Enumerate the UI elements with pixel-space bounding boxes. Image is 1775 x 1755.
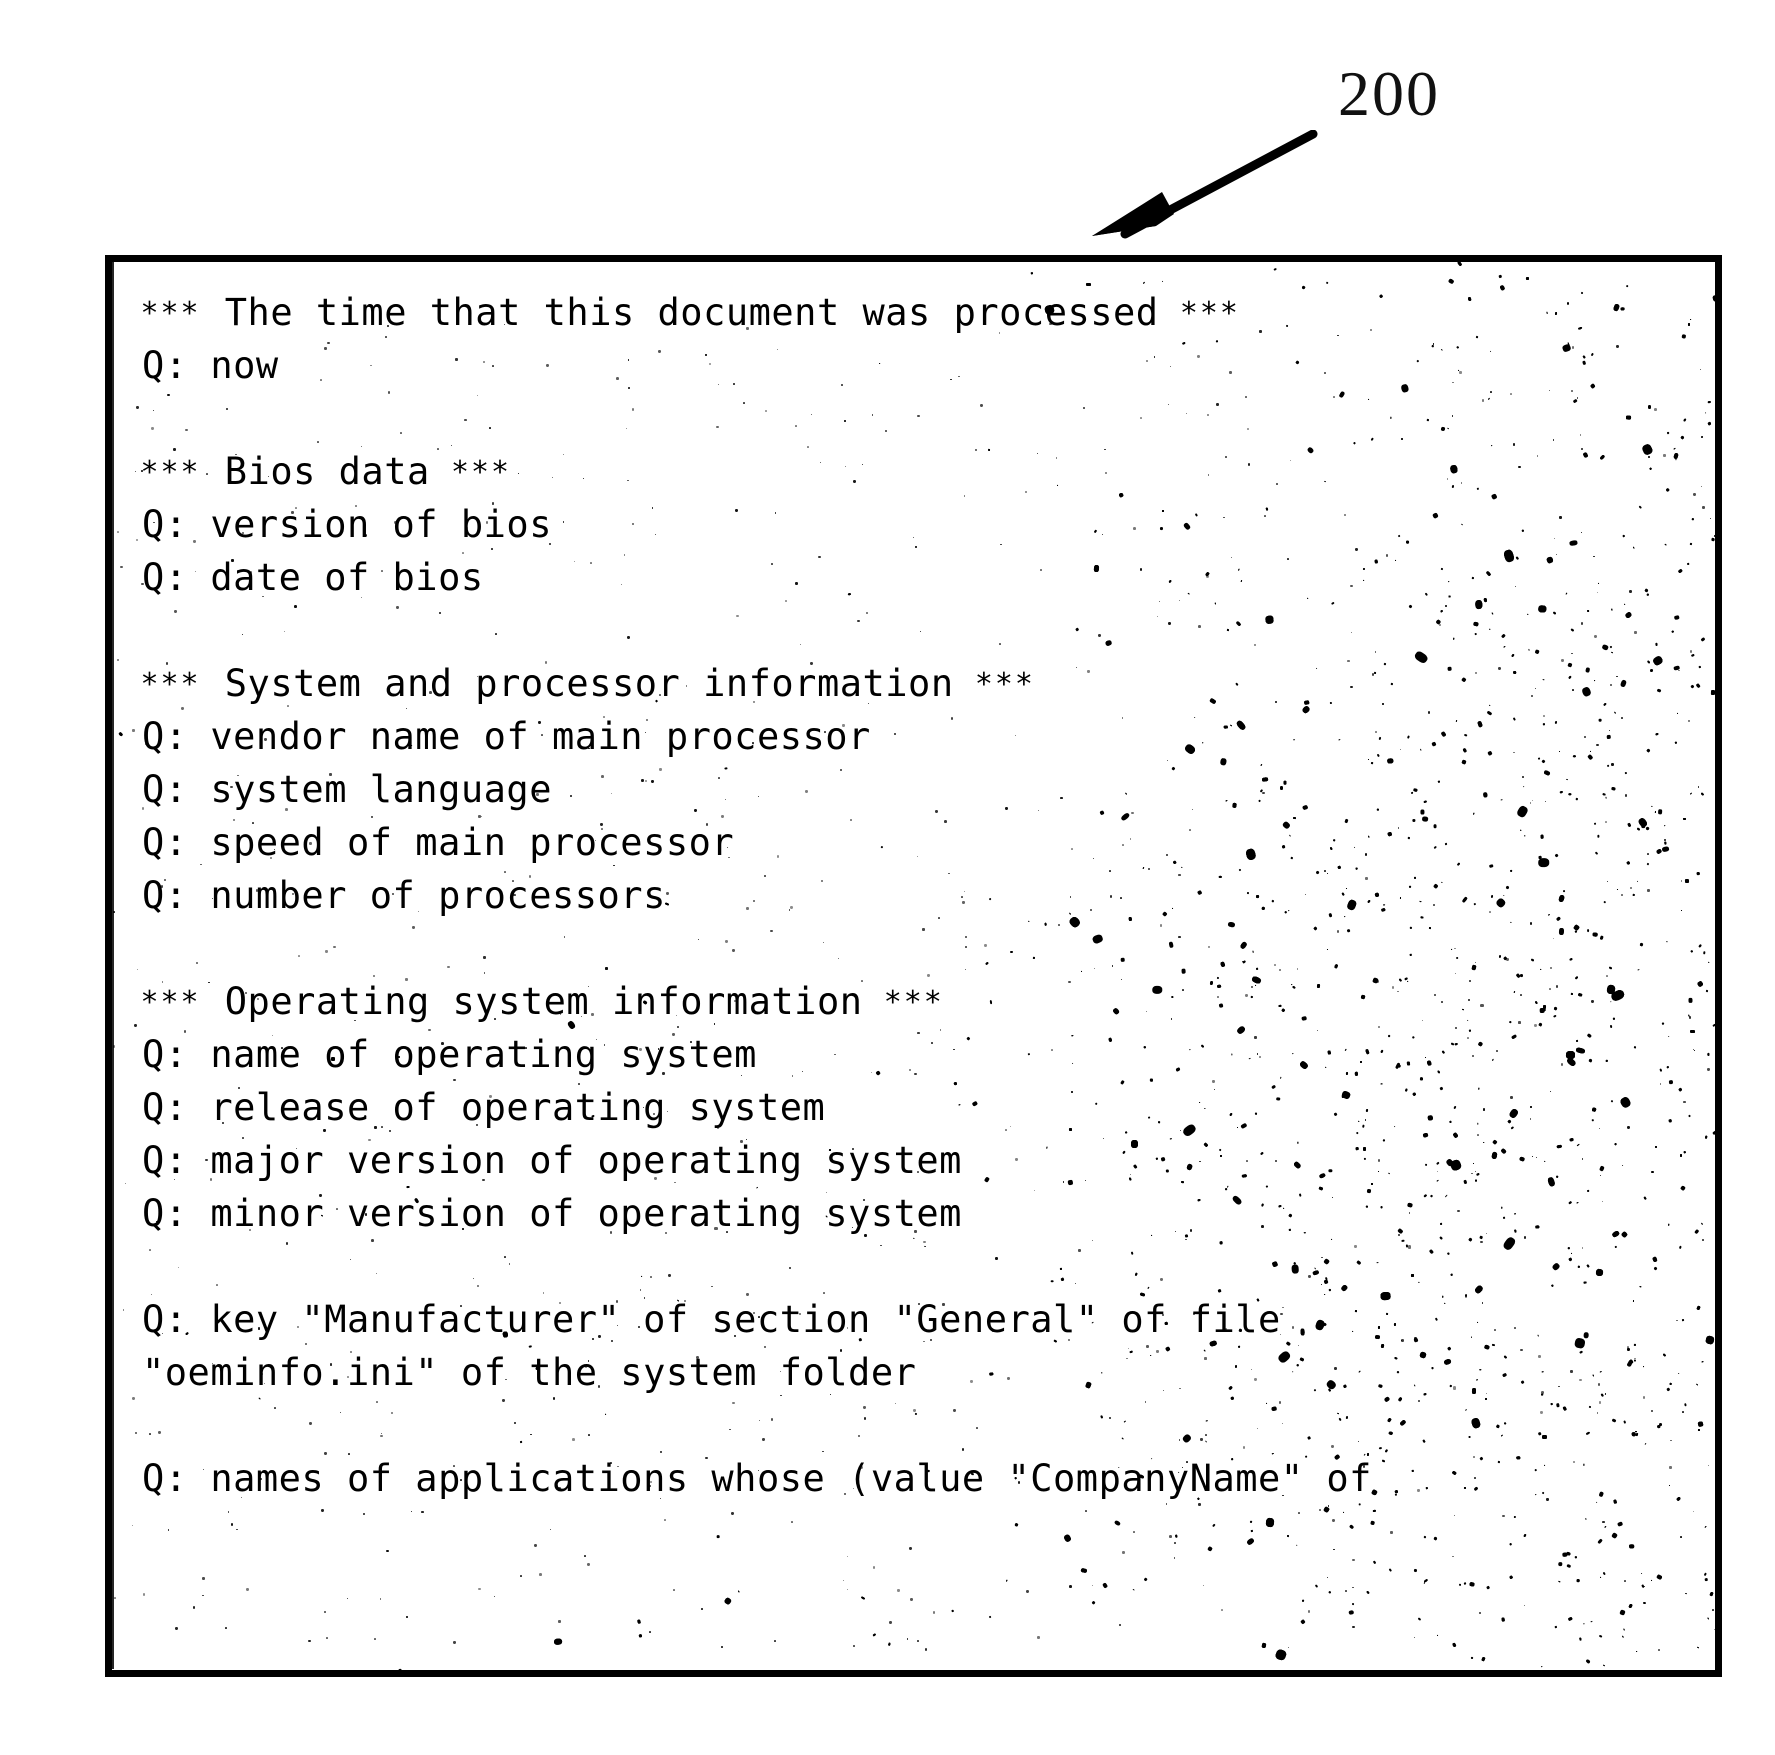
asterisk-decoration-icon: *** [142, 455, 202, 490]
listing-query-line: Q: system language [142, 768, 552, 811]
asterisk-decoration-icon: *** [142, 296, 202, 331]
asterisk-decoration-icon: *** [976, 667, 1037, 702]
listing-section-heading: *** System and processor information *** [142, 657, 1715, 710]
listing-query-line: Q: names of applications whose (value "C… [142, 1457, 1372, 1500]
asterisk-decoration-icon: *** [885, 985, 946, 1020]
listing-query-line: Q: key "Manufacturer" of section "Genera… [142, 1298, 1281, 1341]
listing-section-heading-label: System and processor information [202, 662, 977, 705]
listing-query-line: Q: speed of main processor [142, 821, 735, 864]
listing-section-heading: *** The time that this document was proc… [142, 286, 1715, 339]
listing-section-heading-label: Operating system information [202, 980, 886, 1023]
listing-query-line: Q: vendor name of main processor [142, 715, 871, 758]
leader-arrow-icon [1070, 129, 1320, 240]
listing-blank-line [142, 1240, 1715, 1293]
listing-blank-line [142, 1399, 1715, 1452]
listing-query-line: Q: now [142, 344, 279, 387]
listing-query-line: Q: date of bios [142, 556, 484, 599]
listing-section-heading: *** Operating system information *** [142, 975, 1715, 1028]
listing-section-heading-label: Bios data [202, 450, 453, 493]
listing-section-heading: *** Bios data *** [142, 445, 1715, 498]
screen-listing-frame: *** The time that this document was proc… [105, 255, 1722, 1677]
listing-text-body: *** The time that this document was proc… [142, 286, 1715, 1670]
listing-query-line: Q: release of operating system [142, 1086, 826, 1129]
listing-query-line: Q: version of bios [142, 503, 552, 546]
listing-query-line: Q: name of operating system [142, 1033, 757, 1076]
listing-query-line: Q: minor version of operating system [142, 1192, 962, 1235]
listing-section-heading-label: The time that this document was processe… [202, 291, 1182, 334]
asterisk-decoration-icon: *** [1181, 296, 1242, 331]
listing-blank-line [142, 922, 1715, 975]
listing-blank-line [142, 392, 1715, 445]
asterisk-decoration-icon: *** [452, 455, 513, 490]
listing-blank-line [142, 604, 1715, 657]
asterisk-decoration-icon: *** [142, 667, 202, 702]
listing-query-line: Q: major version of operating system [142, 1139, 962, 1182]
listing-query-line: "oeminfo.ini" of the system folder [142, 1351, 917, 1394]
figure-reference-numeral: 200 [1338, 58, 1440, 129]
asterisk-decoration-icon: *** [142, 985, 202, 1020]
listing-query-line: Q: number of processors [142, 874, 666, 917]
